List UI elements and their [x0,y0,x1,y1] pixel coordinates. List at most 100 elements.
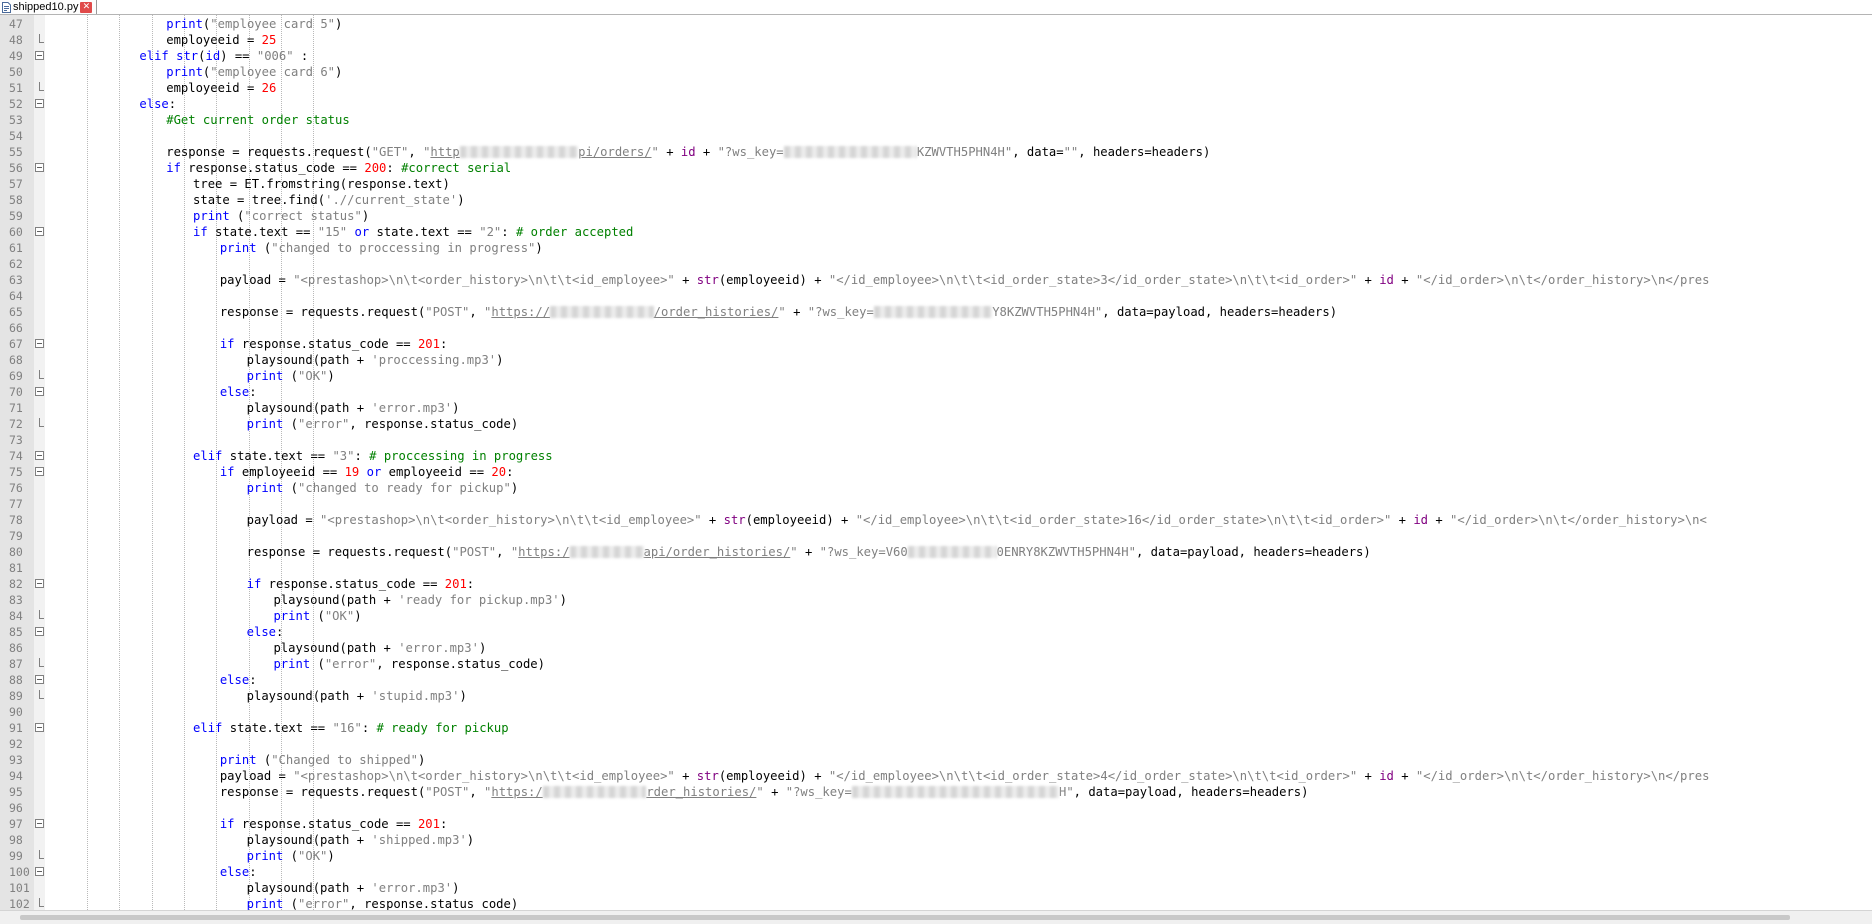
code-line[interactable]: if state.text == "15" or state.text == "… [193,224,633,240]
code-token: ) [452,881,460,895]
code-line[interactable]: payload = "<prestashop>\n\t<order_histor… [220,272,1710,288]
code-token: " [756,785,764,799]
code-line[interactable]: print ("correct status") [193,208,369,224]
close-icon[interactable]: ✕ [80,1,93,13]
fold-toggle-icon[interactable] [35,99,44,108]
code-line[interactable]: #Get current order status [166,112,349,128]
code-token: "employee card 6" [210,65,336,79]
code-line[interactable]: tree = ET.fromstring(response.text) [193,176,450,192]
code-line[interactable]: print ("changed to proccessing in progre… [220,240,543,256]
code-token: if [219,465,235,479]
fold-toggle-icon[interactable] [35,51,44,60]
fold-toggle-icon[interactable] [35,867,44,876]
line-number: 76 [9,481,23,495]
code-line[interactable]: employeeid = 26 [166,80,276,96]
code-token: 'error.mp3' [398,641,479,655]
scrollbar-thumb[interactable] [20,915,1790,920]
code-token: + [1357,769,1380,783]
line-number: 56 [9,161,23,175]
line-number: 55 [9,145,23,159]
code-token: or [354,225,370,239]
code-line[interactable]: playsound(path + 'ready for pickup.mp3') [273,592,567,608]
code-area[interactable]: print("employee card 5") employeeid = 25 e… [45,15,1872,910]
code-line[interactable]: print("employee card 5") [166,16,342,32]
fold-margin[interactable] [34,15,45,910]
code-token: "15" [317,225,348,239]
code-line[interactable]: playsound(path + 'error.mp3') [247,400,460,416]
code-line[interactable]: elif state.text == "3": # proccessing in… [193,448,553,464]
code-token: if [219,817,235,831]
code-line[interactable]: if response.status_code == 201: [247,576,474,592]
fold-toggle-icon[interactable] [35,467,44,476]
code-line[interactable]: playsound(path + 'stupid.mp3') [247,688,467,704]
code-line[interactable]: print ("OK") [247,848,335,864]
code-line[interactable]: else: [247,624,284,640]
fold-toggle-icon[interactable] [35,627,44,636]
code-line[interactable]: if response.status_code == 201: [220,816,447,832]
code-token: or [366,465,382,479]
code-line[interactable]: payload = "<prestashop>\n\t<order_histor… [220,768,1710,784]
code-token: , [469,305,485,319]
code-token: playsound(path + [246,881,372,895]
code-token: 'stupid.mp3' [371,689,460,703]
code-line[interactable]: playsound(path + 'proccessing.mp3') [247,352,504,368]
code-token: print [193,209,230,223]
fold-toggle-icon[interactable] [35,579,44,588]
code-token: response = requests.request( [246,545,453,559]
code-token: ) [354,609,362,623]
code-token: playsound(path + [246,401,372,415]
code-line[interactable]: else: [220,672,257,688]
code-line[interactable]: elif state.text == "16": # ready for pic… [193,720,509,736]
code-line[interactable]: playsound(path + 'error.mp3') [247,880,460,896]
code-line[interactable]: else: [139,96,176,112]
code-line[interactable]: print ("error", response.status_code) [247,416,519,432]
line-number: 50 [9,65,23,79]
code-line[interactable]: if response.status_code == 200: #correct… [166,160,511,176]
fold-toggle-icon[interactable] [35,227,44,236]
fold-toggle-icon[interactable] [35,723,44,732]
code-line[interactable]: print ("changed to ready for pickup") [247,480,519,496]
code-token: 201 [417,817,440,831]
code-token: (employeeid) + [718,769,829,783]
code-line[interactable]: if response.status_code == 201: [220,336,447,352]
code-line[interactable]: state = tree.find('.//current_state') [193,192,465,208]
code-token: https:// [491,305,551,319]
horizontal-scrollbar[interactable] [0,910,1872,924]
code-token: ) [535,241,543,255]
fold-toggle-icon[interactable] [35,819,44,828]
fold-toggle-icon[interactable] [35,387,44,396]
code-line[interactable]: playsound(path + 'shipped.mp3') [247,832,474,848]
code-line[interactable]: print ("error", response.status_code) [273,656,545,672]
code-line[interactable]: print ("OK") [273,608,361,624]
code-line[interactable]: print ("Changed to shipped") [220,752,425,768]
code-token: ( [283,849,299,863]
code-line[interactable]: response = requests.request("GET", " http… [166,144,1210,160]
code-token: response = requests.request( [219,305,426,319]
fold-toggle-icon[interactable] [35,451,44,460]
code-line[interactable]: response = requests.request("POST", " htt… [220,784,1309,800]
code-token: ) [459,689,467,703]
code-line[interactable]: else: [220,384,257,400]
code-editor[interactable]: print("employee card 5") employeeid = 25 e… [0,15,1872,910]
code-token: "</id_employee>\n\t\t<id_order_state>3</… [828,273,1358,287]
code-line[interactable]: if employeeid == 19 or employeeid == 20: [220,464,514,480]
file-tab[interactable]: shipped10.py ✕ [0,0,98,14]
code-line[interactable]: else: [220,864,257,880]
code-line[interactable]: print ("error", response.status_code) [247,896,519,910]
code-line[interactable]: elif str(id) == "006" : [139,48,308,64]
line-number: 95 [9,785,23,799]
fold-toggle-icon[interactable] [35,163,44,172]
code-token: ( [310,609,325,623]
code-line[interactable]: response = requests.request("POST", " htt… [220,304,1337,320]
redacted-text [907,546,997,558]
code-line[interactable]: response = requests.request("POST", " htt… [247,544,1371,560]
fold-toggle-icon[interactable] [35,675,44,684]
code-line[interactable]: print ("OK") [247,368,335,384]
code-line[interactable]: print("employee card 6") [166,64,342,80]
code-line[interactable]: playsound(path + 'error.mp3') [273,640,486,656]
fold-toggle-icon[interactable] [35,339,44,348]
code-line[interactable]: payload = "<prestashop>\n\t<order_histor… [247,512,1707,528]
code-token: "changed to proccessing in progress" [271,241,536,255]
code-line[interactable]: employeeid = 25 [166,32,276,48]
line-number: 96 [9,801,23,815]
